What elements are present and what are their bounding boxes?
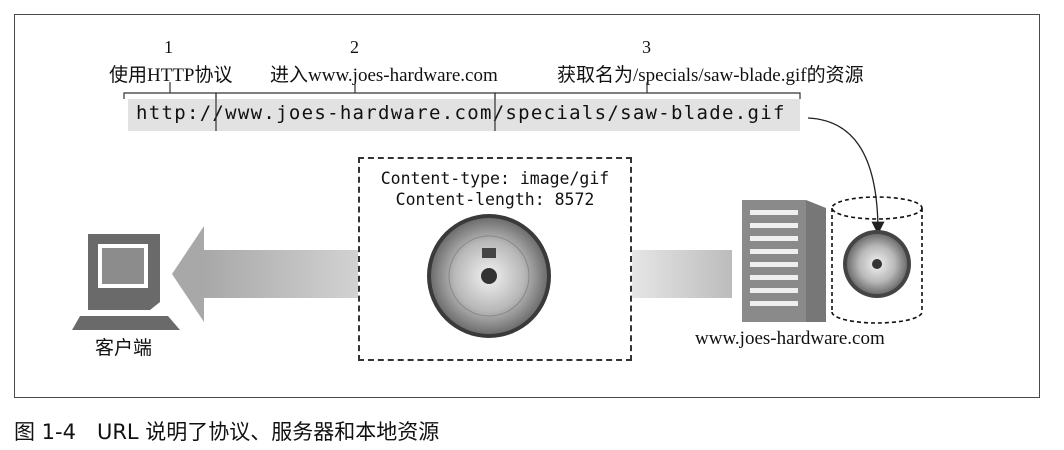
response-headers: Content-type: image/gif Content-length: … [358,168,632,210]
server-label: www.joes-hardware.com [695,328,885,349]
computer-icon [72,234,180,330]
bracket-resource [494,92,801,99]
figure-caption: 图 1-4 URL 说明了协议、服务器和本地资源 [14,420,440,444]
transfer-arrow-left [172,226,358,322]
segment-brackets [123,82,801,131]
client-label: 客户端 [95,338,153,359]
small-saw-blade-icon [843,230,911,298]
transfer-band-right [632,250,732,298]
bracket-protocol [123,92,217,99]
content-length-line: Content-length: 8572 [395,190,595,209]
server-icon [742,200,826,322]
content-type-line: Content-type: image/gif [380,169,610,188]
bracket-host [215,92,496,99]
